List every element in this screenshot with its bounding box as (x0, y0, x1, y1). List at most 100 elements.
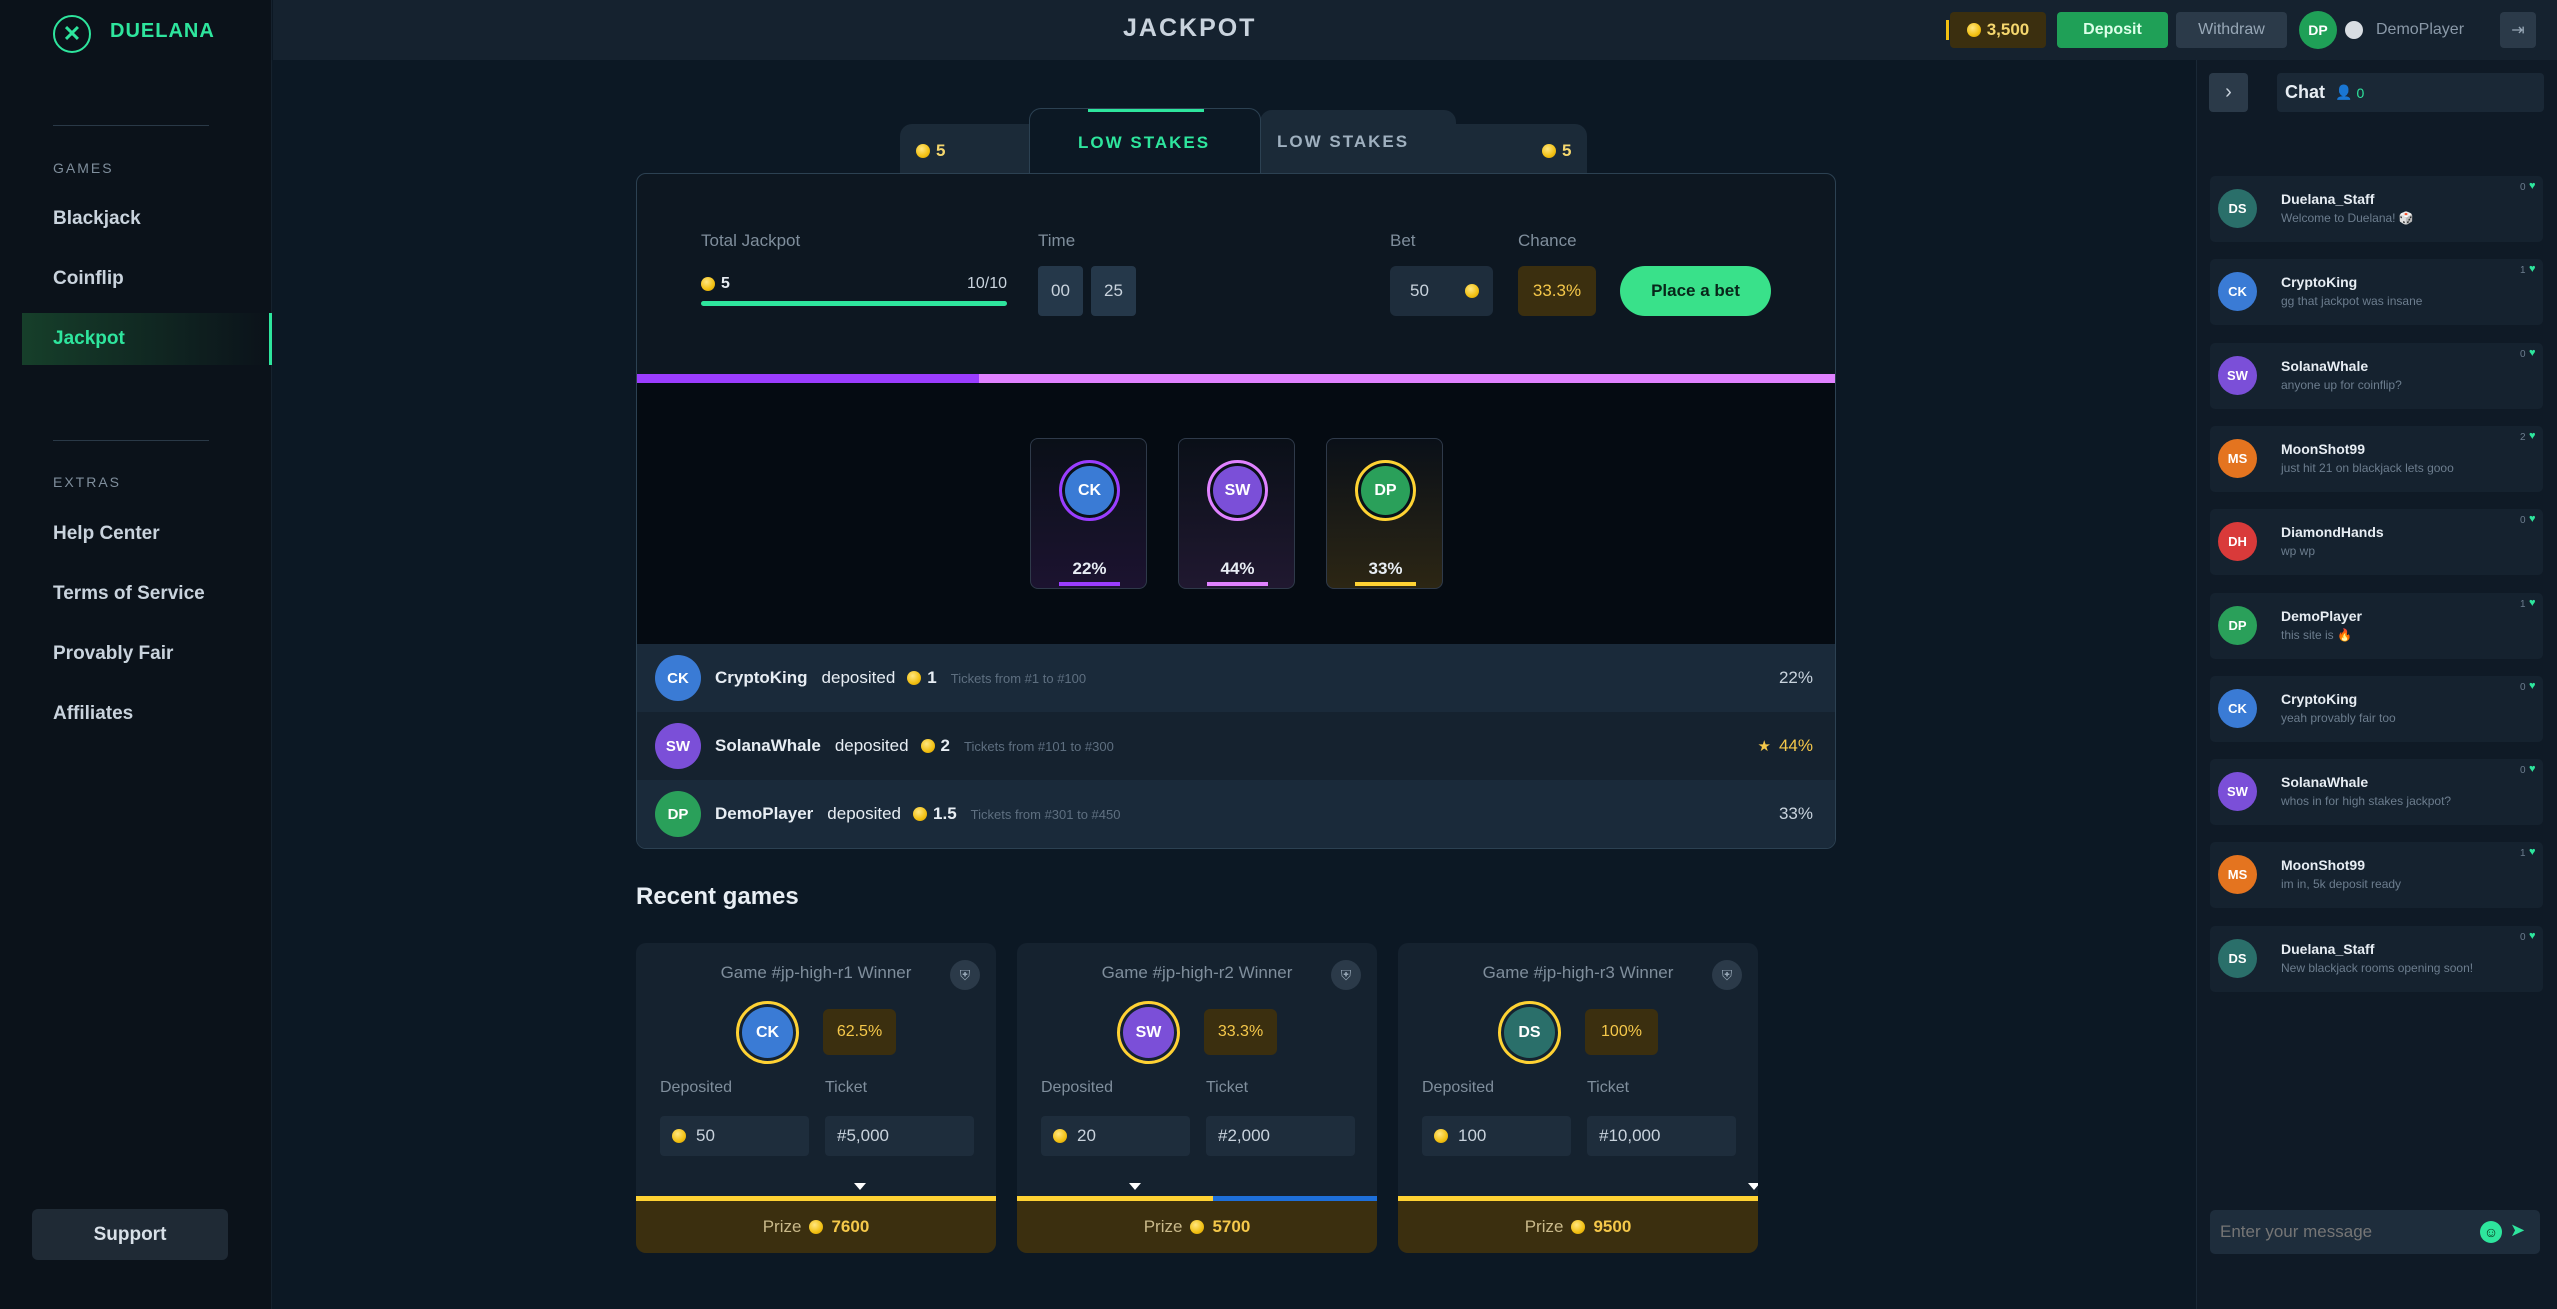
sidebar-item-terms[interactable]: Terms of Service (53, 583, 205, 605)
prize-row: Prize 5700 (1017, 1201, 1377, 1253)
player-color-bar (1355, 582, 1416, 586)
chat-username[interactable]: MoonShot99 (2281, 441, 2365, 457)
avatar[interactable]: DS (2218, 938, 2257, 978)
heart-icon[interactable]: ♥ (2529, 597, 2536, 609)
chat-input[interactable] (2218, 1216, 2468, 1248)
heart-icon[interactable]: ♥ (2529, 513, 2536, 525)
chat-message: DS Duelana_Staff New blackjack rooms openi… (2210, 925, 2543, 992)
support-button[interactable]: Support (32, 1209, 228, 1260)
star-icon: ★ (1757, 738, 1771, 755)
chat-username[interactable]: Duelana_Staff (2281, 941, 2374, 957)
extras-section-title: EXTRAS (53, 474, 122, 490)
logo-icon[interactable]: ✕ (53, 15, 91, 53)
heart-icon[interactable]: ♥ (2529, 347, 2536, 359)
coin-icon (1542, 144, 1556, 158)
shield-icon[interactable]: ⛨ (950, 960, 980, 990)
deposit-row: DP DemoPlayer deposited 1.5 Tickets from… (637, 780, 1835, 848)
coin-icon (920, 739, 935, 753)
shield-icon[interactable]: ⛨ (1712, 960, 1742, 990)
bet-input[interactable]: 50 (1390, 266, 1493, 316)
chat-text: wp wp (2281, 544, 2316, 559)
avatar: SW (1207, 460, 1268, 521)
coin-icon (907, 671, 922, 685)
recent-game-card[interactable]: Game #jp-high-r3 Winner ⛨ DS 100% Deposi… (1398, 943, 1758, 1253)
heart-icon[interactable]: ♥ (2529, 680, 2536, 692)
like-count: 1 (2520, 848, 2526, 860)
user-avatar[interactable]: DP (2299, 11, 2337, 49)
avatar[interactable]: CK (2218, 272, 2257, 312)
chat-text: just hit 21 on blackjack lets gooo (2281, 460, 2454, 475)
withdraw-button[interactable]: Withdraw (2176, 12, 2287, 48)
sidebar: ✕ DUELANA GAMES Blackjack Coinflip Jackp… (0, 0, 272, 1309)
avatar[interactable]: DH (2218, 522, 2257, 562)
avatar[interactable]: MS (2218, 855, 2257, 895)
coin-icon (701, 277, 715, 291)
chat-username[interactable]: SolanaWhale (2281, 358, 2368, 374)
logo-text[interactable]: DUELANA (110, 20, 215, 43)
avatar[interactable]: DS (2218, 189, 2257, 228)
tab-indicator (1088, 109, 1204, 112)
emoji-icon[interactable]: ☺ (2480, 1221, 2502, 1243)
heart-icon[interactable]: ♥ (2529, 846, 2536, 858)
bet-label: Bet (1390, 231, 1416, 250)
place-bet-button[interactable]: Place a bet (1620, 266, 1771, 316)
tab-low-stakes-active[interactable]: LOW STAKES (1029, 108, 1261, 174)
sidebar-item-help-center[interactable]: Help Center (53, 523, 160, 545)
avatar[interactable]: MS (2218, 438, 2257, 478)
chat-text: Welcome to Duelana! 🎲 (2281, 211, 2414, 225)
prize-label: Prize (762, 1217, 802, 1236)
chat-username[interactable]: CryptoKing (2281, 691, 2357, 707)
chat-username[interactable]: DemoPlayer (2281, 608, 2362, 624)
deposit-pct: 44% (1778, 736, 1813, 755)
game-title: Game #jp-high-r3 Winner (1482, 963, 1674, 982)
winner-avatar: CK (736, 1001, 799, 1064)
pointer-icon (1748, 1183, 1758, 1190)
users-online-count: 0 (2356, 84, 2365, 101)
total-jackpot-count: 10/10 (967, 275, 1008, 292)
like-count: 0 (2520, 681, 2526, 693)
chat-username[interactable]: MoonShot99 (2281, 857, 2365, 873)
heart-icon[interactable]: ♥ (2529, 430, 2536, 442)
send-icon[interactable]: ➤ (2510, 1220, 2525, 1241)
chat-text: New blackjack rooms opening soon! (2281, 960, 2474, 975)
sidebar-item-jackpot[interactable]: Jackpot (53, 328, 125, 350)
shield-icon[interactable]: ⛨ (1331, 960, 1361, 990)
avatar[interactable]: DP (2218, 605, 2257, 645)
chat-message: CK CryptoKing gg that jackpot was insane 1 ♥ (2210, 259, 2543, 326)
coin-icon (916, 144, 930, 158)
player-color-bar (1059, 582, 1120, 586)
logout-icon[interactable]: ⇥ (2500, 12, 2536, 48)
like-count: 0 (2520, 348, 2526, 360)
deposit-row: SW SolanaWhale deposited 2 Tickets from … (637, 712, 1835, 780)
heart-icon[interactable]: ♥ (2529, 180, 2536, 192)
chat-username[interactable]: SolanaWhale (2281, 774, 2368, 790)
recent-game-card[interactable]: Game #jp-high-r2 Winner ⛨ SW 33.3% Depos… (1017, 943, 1377, 1253)
sidebar-item-coinflip[interactable]: Coinflip (53, 268, 124, 290)
deposit-amount: 2 (940, 736, 951, 755)
avatar[interactable]: CK (2218, 688, 2257, 728)
deposit-verb: deposited (821, 668, 896, 687)
sidebar-item-affiliates[interactable]: Affiliates (53, 703, 133, 725)
player-chance: 33% (1368, 559, 1403, 578)
heart-icon[interactable]: ♥ (2529, 763, 2536, 775)
avatar[interactable]: SW (2218, 355, 2257, 395)
tab-left-value: 5 (936, 141, 946, 160)
avatar: CK (655, 655, 701, 701)
chevron-right-icon[interactable]: › (2209, 73, 2248, 112)
deposited-value: 100 (1458, 1126, 1487, 1145)
sidebar-item-blackjack[interactable]: Blackjack (53, 208, 141, 230)
avatar[interactable]: SW (2218, 772, 2257, 812)
sidebar-item-provably-fair[interactable]: Provably Fair (53, 643, 173, 665)
username[interactable]: DemoPlayer (2376, 21, 2464, 39)
recent-game-card[interactable]: Game #jp-high-r1 Winner ⛨ CK 62.5% Depos… (636, 943, 996, 1253)
prize-row: Prize 7600 (636, 1201, 996, 1253)
chat-username[interactable]: CryptoKing (2281, 274, 2357, 290)
distribution-segment (637, 374, 979, 383)
prize-label: Prize (1143, 1217, 1183, 1236)
heart-icon[interactable]: ♥ (2529, 263, 2536, 275)
heart-icon[interactable]: ♥ (2529, 930, 2536, 942)
tab-low-stakes-2[interactable]: LOW STAKES (1260, 110, 1456, 174)
deposit-button[interactable]: Deposit (2057, 12, 2168, 48)
chat-username[interactable]: DiamondHands (2281, 524, 2384, 540)
chat-username[interactable]: Duelana_Staff (2281, 191, 2374, 207)
